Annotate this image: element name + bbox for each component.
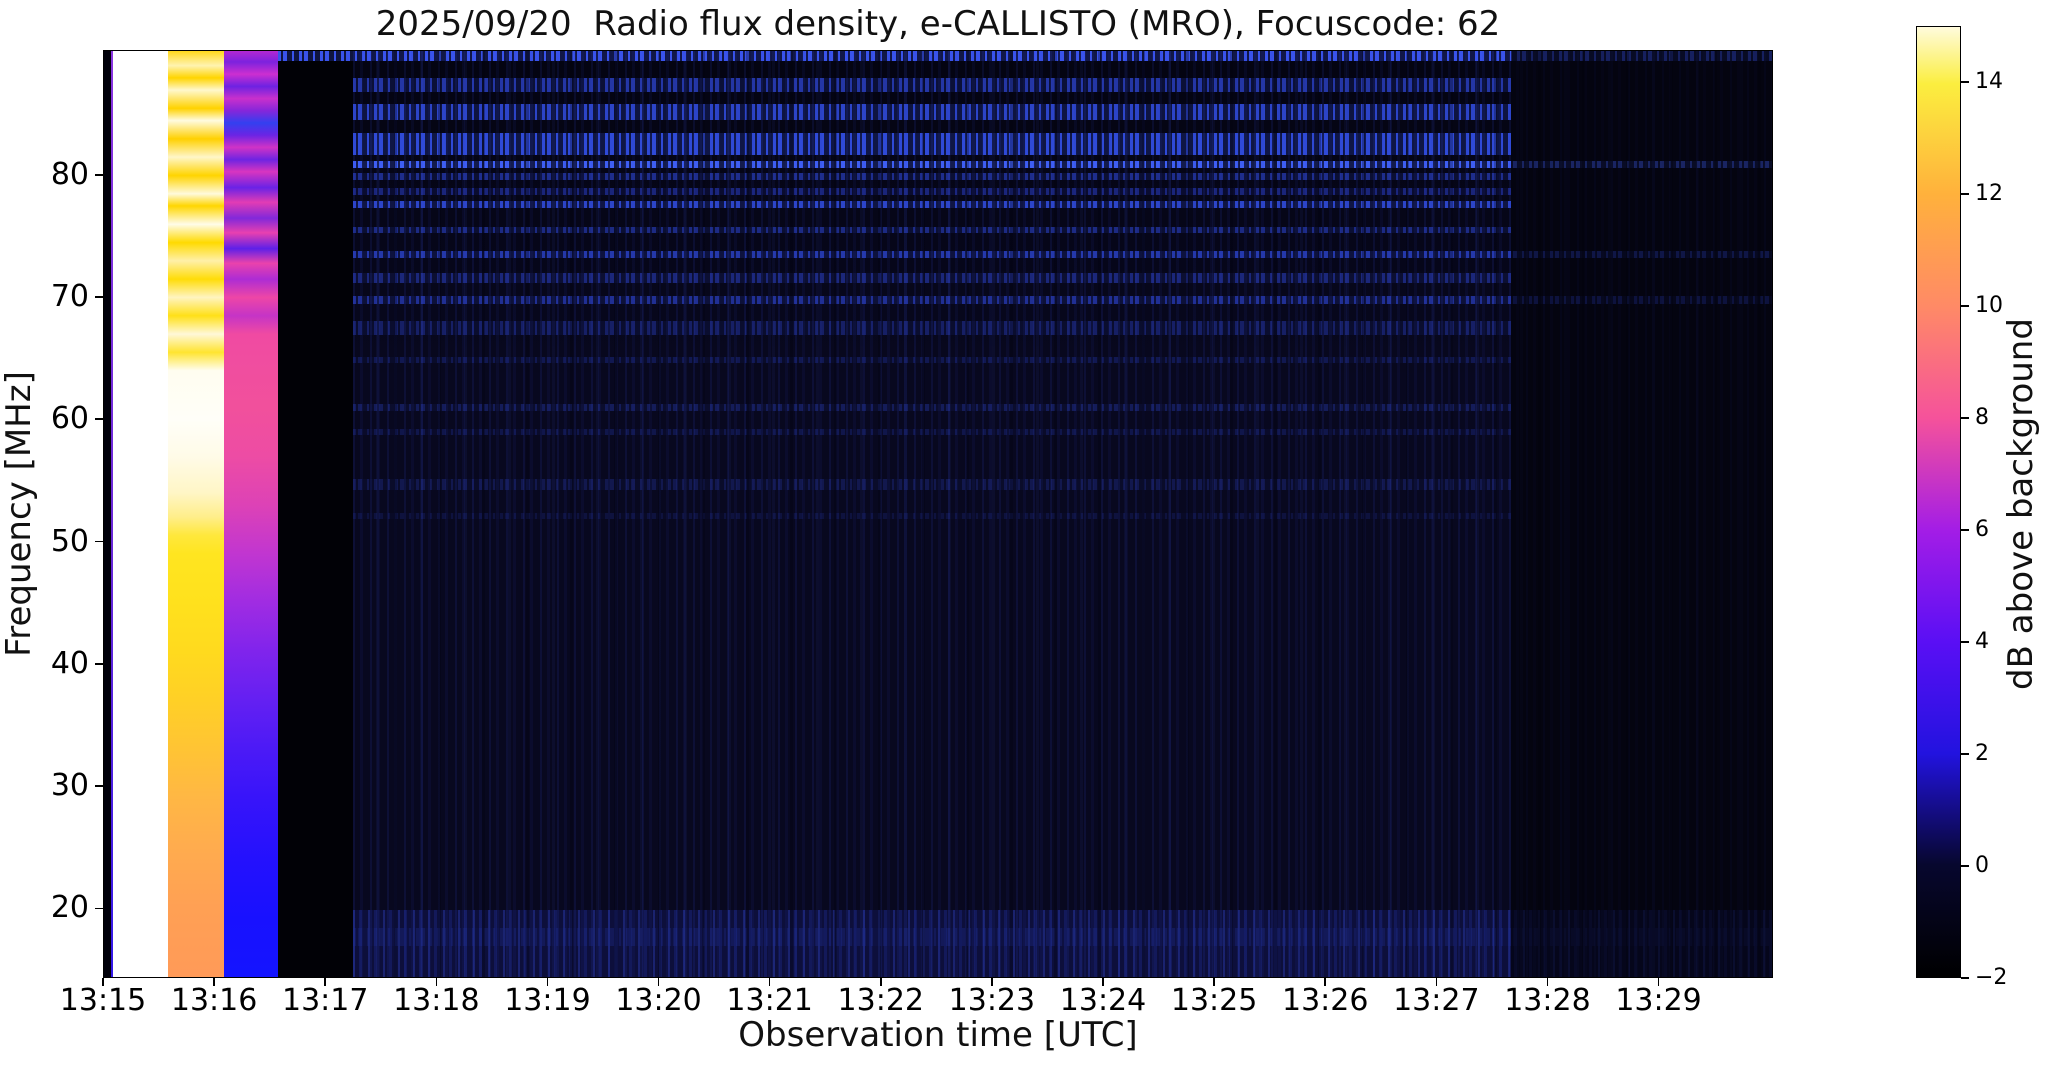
region-pre-black-column — [104, 51, 111, 977]
colorbar-tick-label: 14 — [1975, 69, 2003, 94]
colorbar-tick-mark — [1961, 81, 1969, 83]
overlay-right-dim — [1511, 51, 1772, 977]
y-tick-label: 50 — [50, 523, 89, 559]
colorbar-tick-label: 6 — [1975, 517, 1989, 542]
colorbar-tick-mark — [1961, 305, 1969, 307]
colorbar-tick-label: 12 — [1975, 181, 2003, 206]
y-tick-label: 60 — [50, 401, 89, 437]
region-post-burst-black-gap — [277, 51, 353, 977]
y-tick-label: 70 — [50, 278, 89, 314]
colorbar-tick-mark — [1961, 529, 1969, 531]
colorbar-tick-label: 2 — [1975, 741, 1989, 766]
colorbar-tick-label: 4 — [1975, 629, 1989, 654]
colorbar-tick-mark — [1961, 641, 1969, 643]
colorbar-tick-label: −2 — [1975, 965, 2008, 990]
y-tick-mark — [95, 662, 103, 665]
colorbar-label: dB above background — [2001, 318, 2041, 690]
y-tick-mark — [95, 173, 103, 176]
region-saturated-yellow-column — [167, 51, 224, 977]
region-saturated-white-column — [112, 51, 168, 977]
colorbar-tick-label: 8 — [1975, 405, 1989, 430]
colorbar-tick-mark — [1961, 193, 1969, 195]
y-tick-mark — [95, 907, 103, 910]
y-tick-mark — [95, 296, 103, 298]
colorbar-tick-mark — [1961, 977, 1969, 979]
x-axis-label: Observation time [UTC] — [738, 1015, 1138, 1055]
colorbar-tick-label: 0 — [1975, 853, 1989, 878]
region-saturated-pink-column — [223, 51, 278, 977]
y-tick-label: 30 — [50, 768, 89, 804]
colorbar-tick-mark — [1961, 753, 1969, 755]
colorbar-tick-mark — [1961, 417, 1969, 419]
y-tick-mark — [95, 785, 103, 787]
x-tick-label: 13:29 — [1615, 983, 1702, 1018]
colorbar — [1916, 26, 1961, 978]
chart-title: 2025/09/20 Radio flux density, e-CALLIST… — [375, 4, 1501, 44]
y-tick-mark — [95, 540, 103, 543]
colorbar-tick-mark — [1961, 865, 1969, 867]
y-tick-label: 20 — [50, 890, 89, 926]
spectrogram-figure: 2025/09/20 Radio flux density, e-CALLIST… — [0, 0, 2047, 1067]
y-tick-label: 40 — [50, 645, 89, 681]
y-tick-mark — [95, 418, 103, 421]
colorbar-tick-label: 10 — [1975, 293, 2003, 318]
y-tick-label: 80 — [50, 156, 89, 192]
spectrogram-plot — [103, 50, 1773, 978]
